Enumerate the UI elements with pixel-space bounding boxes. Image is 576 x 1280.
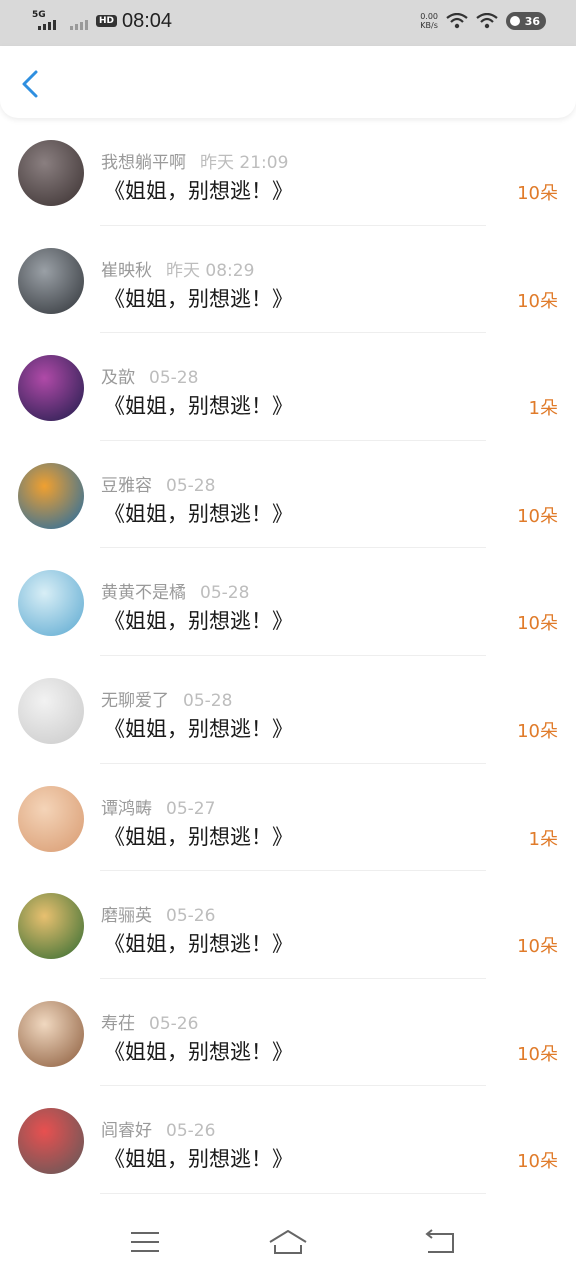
secondary-signal-icon [70,8,94,32]
book-title: 《姐姐，别想逃！》 [104,179,293,203]
avatar[interactable] [18,785,84,852]
item-date: 05-26 [149,1013,199,1034]
avatar[interactable] [18,247,84,314]
status-right: 0.00 KB/s 36 [420,12,546,30]
item-meta: 寿茌 05-26 [101,1009,198,1034]
book-title: 《姐姐，别想逃！》 [104,824,293,849]
network-type: 5G [32,10,46,20]
list-item[interactable]: 豆雅容 05-28 《姐姐，别想逃！》 10朵 [0,441,576,549]
back-chevron-icon[interactable] [18,68,46,100]
user-name: 谭鸿畴 [101,798,152,819]
reward-amount: 10朵 [517,1151,558,1173]
item-meta: 豆雅容 05-28 [101,471,215,496]
clock: 08:04 [122,10,173,32]
item-meta: 闾睿好 05-26 [101,1116,215,1141]
avatar[interactable] [18,1108,84,1175]
user-name: 我想躺平啊 [101,153,186,173]
book-title: 《姐姐，别想逃！》 [104,1039,293,1064]
avatar[interactable] [18,355,84,422]
top-header [0,46,576,118]
item-date: 昨天 08:29 [166,260,255,281]
cellular-signal-icon: 5G [32,8,58,32]
divider [100,1192,486,1194]
reward-amount: 10朵 [517,1043,558,1065]
battery-dot-icon [510,16,520,26]
item-date: 05-26 [166,906,216,927]
item-meta: 谭鸿畴 05-27 [101,794,215,819]
item-meta: 磨骊英 05-26 [101,901,215,926]
reward-amount: 1朵 [528,828,558,850]
book-title: 《姐姐，别想逃！》 [104,609,293,634]
status-bar: 5G HD 08:04 0.00 KB/s 36 [0,0,576,46]
avatar[interactable] [18,140,84,206]
list-item[interactable]: 寿茌 05-26 《姐姐，别想逃！》 10朵 [0,979,576,1087]
reward-amount: 10朵 [517,183,558,204]
speed-value: 0.00 [420,12,438,21]
item-date: 05-27 [166,798,216,819]
list-item[interactable]: 谭鸿畴 05-27 《姐姐，别想逃！》 1朵 [0,764,576,872]
list-item[interactable]: 黄黄不是橘 05-28 《姐姐，别想逃！》 10朵 [0,548,576,656]
item-date: 05-28 [166,475,216,496]
book-title: 《姐姐，别想逃！》 [104,932,293,957]
book-title: 《姐姐，别想逃！》 [104,716,293,741]
avatar[interactable] [18,677,84,744]
status-left: 5G HD [32,8,118,32]
user-name: 无聊爱了 [101,690,169,711]
user-name: 崔映秋 [101,260,152,281]
reward-amount: 10朵 [517,290,558,312]
avatar[interactable] [18,570,84,637]
book-title: 《姐姐，别想逃！》 [104,394,293,419]
item-meta: 无聊爱了 05-28 [101,686,232,711]
reward-amount: 10朵 [517,613,558,635]
back-arrow-icon[interactable] [422,1228,456,1256]
item-meta: 我想躺平啊 昨天 21:09 [101,148,288,173]
reward-amount: 10朵 [517,720,558,742]
battery-level: 36 [524,14,540,28]
item-date: 05-28 [149,368,199,389]
user-name: 黄黄不是橘 [101,583,186,604]
wifi-icon [446,13,468,29]
user-name: 闾睿好 [101,1121,152,1142]
user-name: 豆雅容 [101,475,152,496]
item-meta: 黄黄不是橘 05-28 [101,578,249,603]
item-date: 05-28 [183,690,233,711]
system-nav-bar [0,1200,576,1280]
user-name: 磨骊英 [101,906,152,927]
item-meta: 及歆 05-28 [101,363,198,388]
speed-unit: KB/s [420,21,438,30]
list-item[interactable]: 我想躺平啊 昨天 21:09 《姐姐，别想逃！》 10朵 [0,118,576,226]
menu-icon[interactable] [128,1228,162,1256]
item-date: 05-26 [166,1121,216,1142]
home-icon[interactable] [268,1228,308,1256]
list-item[interactable]: 闾睿好 05-26 《姐姐，别想逃！》 10朵 [0,1086,576,1194]
reward-amount: 10朵 [517,936,558,958]
item-meta: 崔映秋 昨天 08:29 [101,256,254,281]
reward-amount: 10朵 [517,505,558,527]
book-title: 《姐姐，别想逃！》 [104,1147,293,1172]
user-name: 及歆 [101,368,135,389]
hd-badge: HD [96,15,118,27]
reward-amount: 1朵 [528,398,558,420]
item-date: 05-28 [200,583,250,604]
list-item[interactable]: 磨骊英 05-26 《姐姐，别想逃！》 10朵 [0,871,576,979]
user-name: 寿茌 [101,1013,135,1034]
network-speed: 0.00 KB/s [420,12,438,30]
battery-indicator: 36 [506,12,546,30]
avatar[interactable] [18,462,84,529]
book-title: 《姐姐，别想逃！》 [104,501,293,526]
wifi-icon-secondary [476,13,498,29]
item-date: 昨天 21:09 [200,153,289,173]
reward-list: 我想躺平啊 昨天 21:09 《姐姐，别想逃！》 10朵 崔映秋 昨天 08:29 《姐姐，… [0,118,576,1194]
list-item[interactable]: 崔映秋 昨天 08:29 《姐姐，别想逃！》 10朵 [0,226,576,334]
list-item[interactable]: 无聊爱了 05-28 《姐姐，别想逃！》 10朵 [0,656,576,764]
list-item[interactable]: 及歆 05-28 《姐姐，别想逃！》 1朵 [0,333,576,441]
book-title: 《姐姐，别想逃！》 [104,286,293,311]
avatar[interactable] [18,1000,84,1067]
avatar[interactable] [18,893,84,960]
